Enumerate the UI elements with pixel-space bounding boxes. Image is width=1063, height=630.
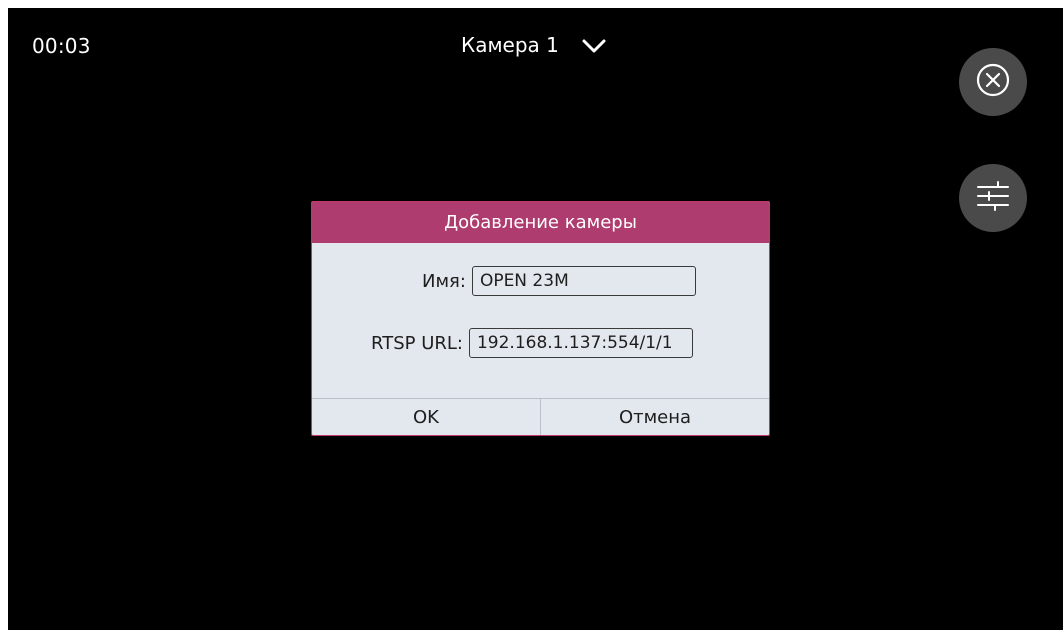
camera-name: Камера 1 (461, 33, 559, 57)
ok-button[interactable]: OK (312, 399, 541, 435)
camera-selector[interactable]: Камера 1 (461, 28, 607, 62)
close-button[interactable] (959, 48, 1027, 116)
elapsed-time: 00:03 (32, 34, 91, 58)
name-input[interactable] (471, 266, 696, 296)
settings-button[interactable] (959, 164, 1027, 232)
dialog-title: Добавление камеры (312, 202, 769, 243)
camera-view-screen: 00:03 Камера 1 Добавление камеры Имя: OP… (8, 8, 1063, 630)
add-camera-dialog: Добавление камеры Имя: RTSP URL: OK Отме… (311, 201, 770, 436)
dialog-footer: OK Отмена (312, 398, 769, 435)
cancel-button[interactable]: Отмена (541, 399, 769, 435)
rtsp-url-label: RTSP URL: (371, 332, 463, 354)
name-row: Имя: (422, 266, 696, 296)
sliders-icon (975, 179, 1011, 217)
rtsp-url-input[interactable] (468, 328, 693, 358)
chevron-down-icon (581, 36, 607, 54)
close-circle-icon (976, 63, 1010, 101)
rtsp-url-row: RTSP URL: (371, 328, 693, 358)
name-label: Имя: (422, 270, 466, 292)
